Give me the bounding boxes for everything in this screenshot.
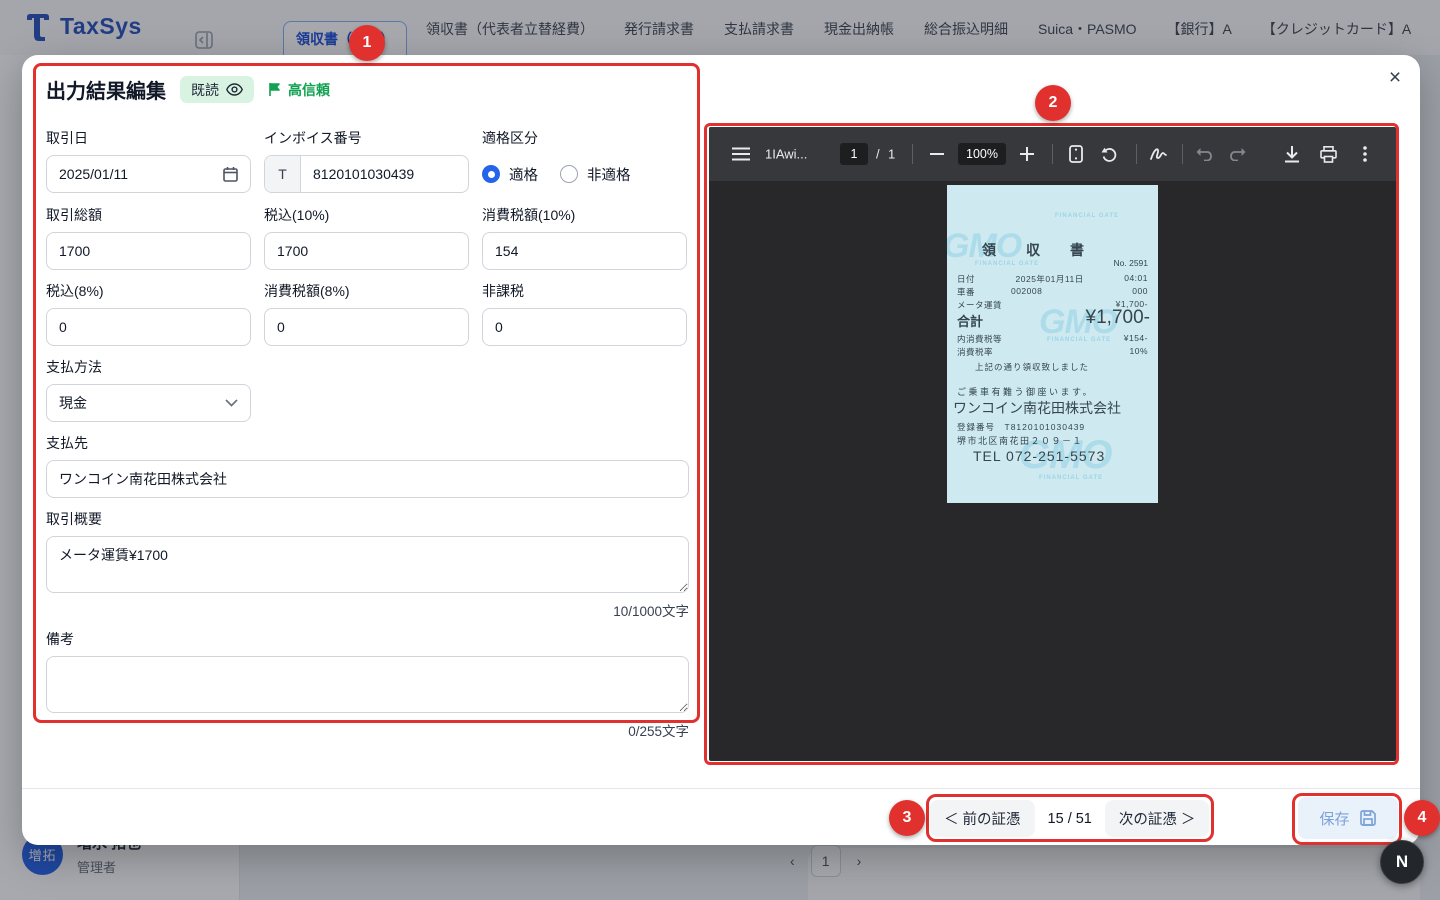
read-status-badge: 既読 — [180, 76, 254, 103]
read-badge-label: 既読 — [191, 80, 219, 100]
summary-textarea[interactable]: メータ運賃¥1700 — [46, 536, 689, 593]
tax-amount-10-input[interactable]: 154 — [482, 232, 687, 270]
undo-icon — [1189, 139, 1219, 169]
floating-n-button[interactable]: N — [1380, 840, 1424, 884]
pdf-page-separator: / — [876, 147, 880, 162]
field-eligibility: 適格区分 適格 非適格 — [482, 128, 631, 193]
note-char-counter: 0/255文字 — [46, 720, 689, 740]
field-label: 取引日 — [46, 128, 251, 148]
tax-exempt-input[interactable]: 0 — [482, 308, 687, 346]
field-tax-amount-10: 消費税額(10%) 154 — [482, 205, 687, 270]
prev-evidence-button[interactable]: ＜ 前の証憑 — [930, 800, 1035, 837]
confidence-flag: 高信頼 — [268, 80, 330, 100]
receipt-received-line: 上記の通り領収致しました — [975, 361, 1089, 373]
total-input[interactable]: 1700 — [46, 232, 251, 270]
fit-page-icon[interactable] — [1061, 139, 1091, 169]
field-note: 備考 — [46, 629, 689, 718]
rotate-icon[interactable] — [1094, 139, 1124, 169]
field-summary: 取引概要 メータ運賃¥1700 — [46, 509, 689, 598]
redo-icon — [1222, 139, 1252, 169]
field-tax-incl-10: 税込(10%) 1700 — [264, 205, 469, 270]
download-icon[interactable] — [1277, 139, 1307, 169]
receipt-tax-row: 消費税率10% — [957, 346, 1148, 358]
payee-input[interactable]: ワンコイン南花田株式会社 — [46, 460, 689, 498]
receipt-image: GMO FINANCIAL GATE FINANCIAL GATE GMO FI… — [947, 185, 1158, 503]
field-tax-exempt: 非課税 0 — [482, 281, 687, 346]
toolbar-divider — [1052, 144, 1053, 164]
gmo-watermark-sub: FINANCIAL GATE — [975, 261, 1039, 267]
receipt-registration-number: 登録番号 T8120101030439 — [957, 421, 1085, 433]
receipt-total-label: 合計 — [957, 311, 983, 330]
field-invoice-number: インボイス番号 T 8120101030439 — [264, 128, 469, 193]
invoice-number-input[interactable]: T 8120101030439 — [264, 155, 469, 193]
close-icon[interactable]: × — [1380, 63, 1410, 93]
evidence-navigation: ＜ 前の証憑 15 / 51 次の証憑 ＞ — [930, 800, 1209, 837]
pdf-page-total: 1 — [888, 147, 895, 162]
zoom-in-icon[interactable] — [1012, 139, 1042, 169]
pdf-filename: 1IAwi... — [765, 147, 807, 162]
toolbar-divider — [1182, 144, 1183, 164]
receipt-address: 堺市北区南花田２０９－１ — [957, 434, 1083, 447]
radio-eligible[interactable]: 適格 — [482, 164, 538, 185]
modal-title: 出力結果編集 — [46, 75, 166, 104]
eye-icon — [226, 83, 243, 96]
annotation-circle-3: 3 — [889, 800, 925, 836]
evidence-counter: 15 / 51 — [1048, 811, 1092, 827]
save-button[interactable]: 保存 — [1298, 797, 1398, 839]
field-label: 適格区分 — [482, 128, 631, 148]
transaction-date-input[interactable]: 2025/01/11 — [46, 155, 251, 193]
pdf-menu-icon[interactable] — [726, 139, 756, 169]
note-textarea[interactable] — [46, 656, 689, 713]
radio-not-eligible[interactable]: 非適格 — [560, 164, 631, 185]
flag-icon — [268, 82, 282, 97]
next-evidence-button[interactable]: 次の証憑 ＞ — [1105, 800, 1210, 837]
tax-incl-8-input[interactable]: 0 — [46, 308, 251, 346]
zoom-level-box[interactable]: 100% — [958, 143, 1006, 165]
field-tax-amount-8: 消費税額(8%) 0 — [264, 281, 469, 346]
calendar-icon[interactable] — [223, 166, 238, 182]
pdf-toolbar: 1IAwi... 1 / 1 100% — [709, 127, 1396, 181]
annotate-pen-icon[interactable] — [1143, 139, 1173, 169]
field-total: 取引総額 1700 — [46, 205, 251, 270]
receipt-title: 領 収 書 — [982, 240, 1092, 260]
confidence-label: 高信頼 — [288, 80, 330, 100]
field-tax-incl-8: 税込(8%) 0 — [46, 281, 251, 346]
pdf-viewer: 1IAwi... 1 / 1 100% — [709, 127, 1396, 761]
receipt-company: ワンコイン南花田株式会社 — [953, 398, 1121, 418]
annotation-circle-4: 4 — [1404, 800, 1440, 836]
tax-amount-8-input[interactable]: 0 — [264, 308, 469, 346]
field-payee: 支払先 ワンコイン南花田株式会社 — [46, 433, 689, 498]
radio-unselected-icon[interactable] — [560, 165, 578, 183]
receipt-row: 車番002008000 — [957, 286, 1148, 298]
edit-result-modal: × 出力結果編集 既読 高信頼 取引日 2025/01/11 インボイス番号 T… — [22, 55, 1420, 845]
receipt-number: No. 2591 — [1114, 258, 1149, 268]
footer-divider — [22, 788, 1420, 789]
field-payment-method: 支払方法 現金 — [46, 357, 251, 422]
zoom-out-icon[interactable] — [922, 139, 952, 169]
annotation-circle-2: 2 — [1035, 85, 1071, 121]
receipt-thanks-line: ご乗車有難う御座います。 — [957, 385, 1094, 398]
field-transaction-date: 取引日 2025/01/11 — [46, 128, 251, 193]
receipt-total-value: ¥1,700- — [1086, 307, 1150, 329]
print-icon[interactable] — [1313, 139, 1343, 169]
payment-method-select[interactable]: 現金 — [46, 384, 251, 422]
more-options-icon[interactable] — [1350, 139, 1380, 169]
toolbar-divider — [1136, 144, 1137, 164]
modal-header: 出力結果編集 既読 高信頼 — [46, 75, 330, 104]
receipt-tel: TEL 072-251-5573 — [973, 448, 1105, 464]
invoice-prefix: T — [265, 156, 301, 192]
save-floppy-icon — [1359, 809, 1377, 827]
annotation-circle-1: 1 — [349, 25, 385, 61]
radio-selected-icon[interactable] — [482, 165, 500, 183]
receipt-row: 日付2025年01月11日04:01 — [957, 273, 1148, 285]
field-label: インボイス番号 — [264, 128, 469, 148]
tax-incl-10-input[interactable]: 1700 — [264, 232, 469, 270]
receipt-tax-row: 内消費税等¥154- — [957, 333, 1148, 345]
pdf-page-input[interactable]: 1 — [840, 143, 868, 165]
toolbar-divider — [912, 144, 913, 164]
chevron-down-icon — [225, 399, 238, 407]
summary-char-counter: 10/1000文字 — [46, 600, 689, 620]
